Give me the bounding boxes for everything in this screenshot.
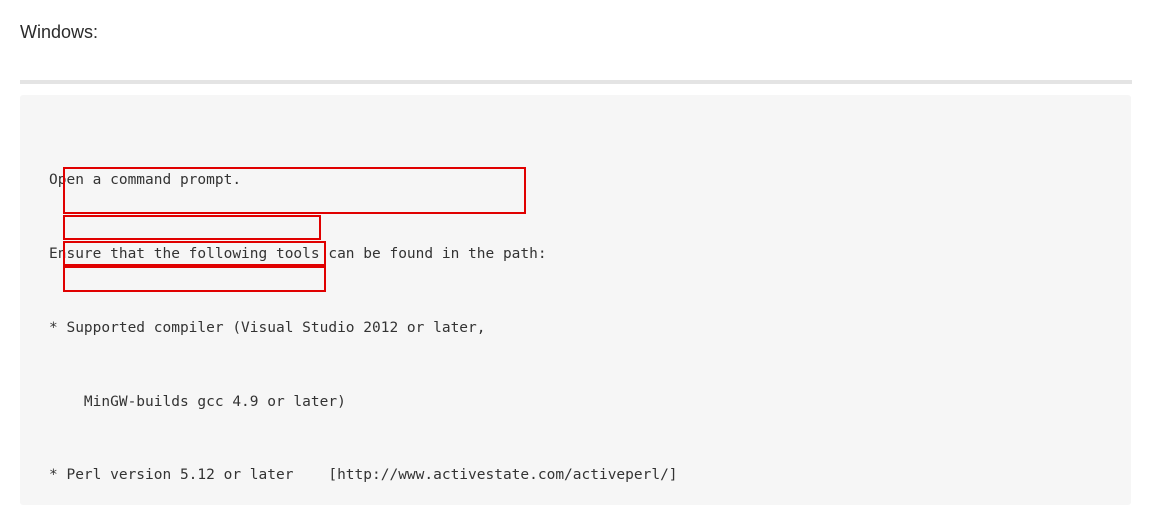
code-line: MinGW-builds gcc 4.9 or later) — [49, 393, 346, 410]
code-line: Open a command prompt. — [49, 172, 242, 189]
code-line: * Perl version 5.12 or later [http://www… — [49, 467, 678, 484]
code-line: * Supported compiler (Visual Studio 2012… — [49, 319, 486, 336]
horizontal-divider — [20, 80, 1132, 84]
code-text: Open a command prompt. Ensure that the f… — [49, 119, 695, 505]
code-block: Open a command prompt. Ensure that the f… — [20, 95, 1131, 505]
page-title: Windows: — [20, 22, 99, 42]
documentation-page: Windows: Open a command prompt. Ensure t… — [0, 0, 1158, 521]
code-line: Ensure that the following tools can be f… — [49, 245, 547, 262]
